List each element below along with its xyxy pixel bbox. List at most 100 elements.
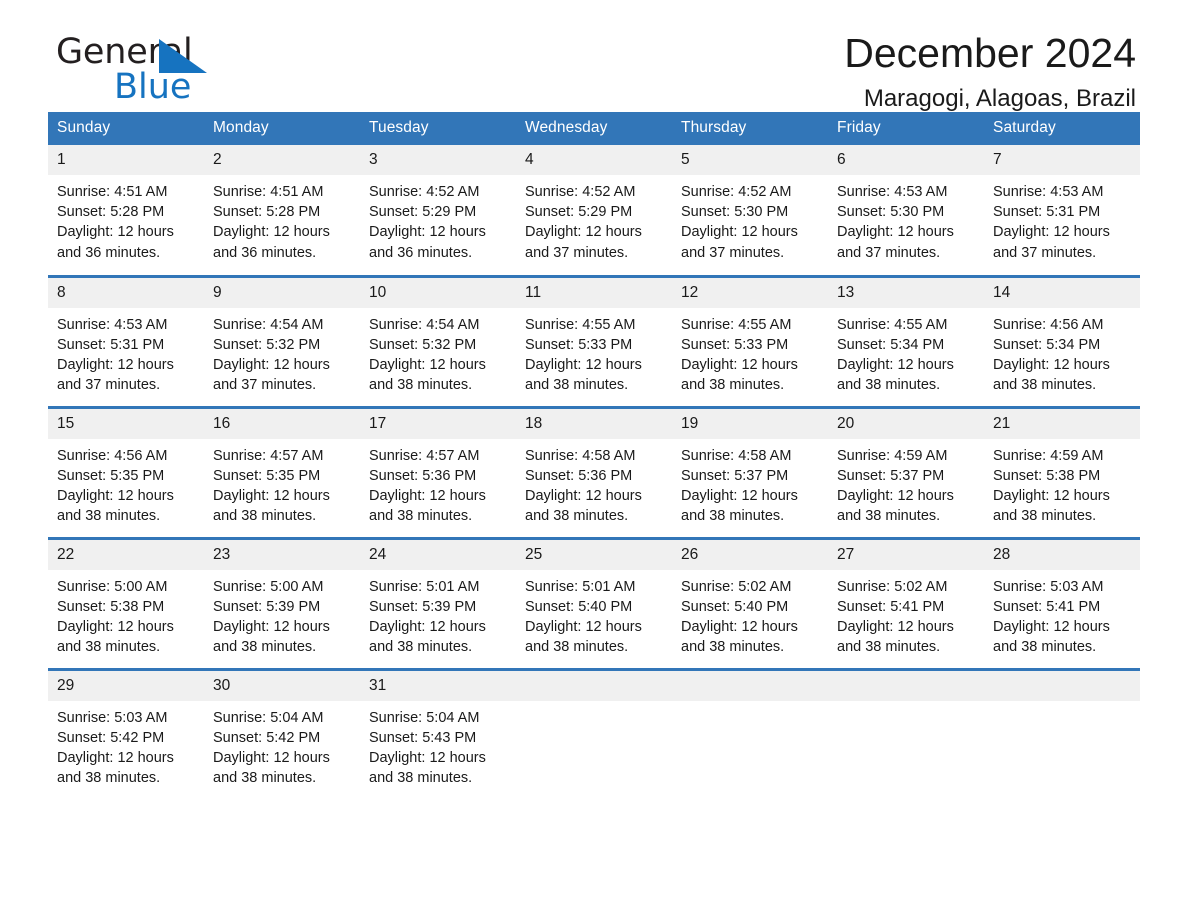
sunrise-text: Sunrise: 4:59 AM <box>993 447 1104 464</box>
day-number: 17 <box>360 408 516 439</box>
calendar-day-cell[interactable]: 7 Sunrise: 4:53 AM Sunset: 5:31 PM Daylight… <box>984 145 1140 276</box>
daylight-text: Daylight: 12 hours and 38 minutes. <box>369 618 486 656</box>
calendar-day-cell[interactable]: 31 Sunrise: 5:04 AM Sunset: 5:43 PM Dayligh… <box>360 667 516 800</box>
calendar-day-cell[interactable]: 30 Sunrise: 5:04 AM Sunset: 5:42 PM Dayligh… <box>204 667 360 800</box>
calendar-day-cell[interactable]: 10 Sunrise: 4:54 AM Sunset: 5:32 PM Dayligh… <box>360 274 516 407</box>
page-header: General Blue December 2024 Maragogi, Ala… <box>48 0 1140 112</box>
calendar-day-cell[interactable]: 26 Sunrise: 5:02 AM Sunset: 5:40 PM Dayligh… <box>672 536 828 669</box>
day-number: 24 <box>360 539 516 570</box>
sunrise-text: Sunrise: 4:55 AM <box>525 316 636 333</box>
calendar-day-cell[interactable]: 24 Sunrise: 5:01 AM Sunset: 5:39 PM Dayligh… <box>360 536 516 669</box>
sunrise-text: Sunrise: 4:56 AM <box>57 447 168 464</box>
day-details: Sunrise: 4:59 AM Sunset: 5:37 PM Daylight:… <box>828 439 984 527</box>
calendar-day-cell[interactable]: 13 Sunrise: 4:55 AM Sunset: 5:34 PM Dayligh… <box>828 274 984 407</box>
day-details: Sunrise: 5:01 AM Sunset: 5:39 PM Daylight:… <box>360 570 516 658</box>
day-details: Sunrise: 4:57 AM Sunset: 5:35 PM Daylight:… <box>204 439 360 527</box>
calendar-day-cell[interactable]: 28 Sunrise: 5:03 AM Sunset: 5:41 PM Dayligh… <box>984 536 1140 669</box>
sunset-text: Sunset: 5:35 PM <box>57 467 165 484</box>
sunset-text: Sunset: 5:38 PM <box>57 598 165 615</box>
weekday-header-monday: Monday <box>204 112 360 145</box>
sunrise-text: Sunrise: 4:53 AM <box>837 184 948 200</box>
sunset-text: Sunset: 5:42 PM <box>57 729 165 746</box>
daylight-text: Daylight: 12 hours and 38 minutes. <box>57 749 174 787</box>
sunset-text: Sunset: 5:29 PM <box>525 204 633 221</box>
sunrise-text: Sunrise: 4:57 AM <box>213 447 324 464</box>
calendar-day-cell[interactable]: 18 Sunrise: 4:58 AM Sunset: 5:36 PM Dayligh… <box>516 405 672 538</box>
sunset-text: Sunset: 5:41 PM <box>993 598 1101 615</box>
sunset-text: Sunset: 5:32 PM <box>213 336 321 353</box>
daylight-text: Daylight: 12 hours and 37 minutes. <box>681 224 798 261</box>
day-number: 1 <box>48 145 204 175</box>
sunrise-text: Sunrise: 4:53 AM <box>993 184 1104 200</box>
sunrise-text: Sunrise: 4:57 AM <box>369 447 480 464</box>
daylight-text: Daylight: 12 hours and 36 minutes. <box>369 224 486 261</box>
calendar-day-cell[interactable]: 3 Sunrise: 4:52 AM Sunset: 5:29 PM Daylight… <box>360 145 516 276</box>
sunset-text: Sunset: 5:37 PM <box>837 467 945 484</box>
calendar-day-cell[interactable]: 20 Sunrise: 4:59 AM Sunset: 5:37 PM Dayligh… <box>828 405 984 538</box>
calendar-day-cell[interactable]: 17 Sunrise: 4:57 AM Sunset: 5:36 PM Dayligh… <box>360 405 516 538</box>
daylight-text: Daylight: 12 hours and 38 minutes. <box>369 749 486 787</box>
day-number: 9 <box>204 277 360 308</box>
calendar-day-cell[interactable]: 9 Sunrise: 4:54 AM Sunset: 5:32 PM Daylight… <box>204 274 360 407</box>
calendar-day-cell[interactable]: 19 Sunrise: 4:58 AM Sunset: 5:37 PM Dayligh… <box>672 405 828 538</box>
calendar-day-cell[interactable]: 2 Sunrise: 4:51 AM Sunset: 5:28 PM Daylight… <box>204 145 360 276</box>
daylight-text: Daylight: 12 hours and 37 minutes. <box>837 224 954 261</box>
sunset-text: Sunset: 5:36 PM <box>525 467 633 484</box>
day-details: Sunrise: 4:52 AM Sunset: 5:30 PM Daylight:… <box>672 175 828 263</box>
calendar-day-cell[interactable]: 14 Sunrise: 4:56 AM Sunset: 5:34 PM Dayligh… <box>984 274 1140 407</box>
sunset-text: Sunset: 5:31 PM <box>57 336 165 353</box>
calendar-day-cell[interactable]: 22 Sunrise: 5:00 AM Sunset: 5:38 PM Dayligh… <box>48 536 204 669</box>
day-details: Sunrise: 4:53 AM Sunset: 5:30 PM Daylight:… <box>828 175 984 263</box>
calendar-day-cell[interactable]: 25 Sunrise: 5:01 AM Sunset: 5:40 PM Dayligh… <box>516 536 672 669</box>
calendar-day-cell[interactable]: 27 Sunrise: 5:02 AM Sunset: 5:41 PM Dayligh… <box>828 536 984 669</box>
day-number: 16 <box>204 408 360 439</box>
calendar-week-row: 1 Sunrise: 4:51 AM Sunset: 5:28 PM Daylight… <box>48 145 1140 276</box>
sunset-text: Sunset: 5:29 PM <box>369 204 477 221</box>
day-number: 20 <box>828 408 984 439</box>
day-number: 23 <box>204 539 360 570</box>
generalblue-logo[interactable]: General Blue <box>56 34 276 114</box>
calendar-day-cell-empty <box>984 667 1140 800</box>
calendar-day-cell[interactable]: 1 Sunrise: 4:51 AM Sunset: 5:28 PM Daylight… <box>48 145 204 276</box>
day-number: 21 <box>984 408 1140 439</box>
daylight-text: Daylight: 12 hours and 38 minutes. <box>837 356 954 394</box>
calendar-day-cell[interactable]: 23 Sunrise: 5:00 AM Sunset: 5:39 PM Dayligh… <box>204 536 360 669</box>
calendar-day-cell[interactable]: 6 Sunrise: 4:53 AM Sunset: 5:30 PM Daylight… <box>828 145 984 276</box>
calendar-week-row: 29 Sunrise: 5:03 AM Sunset: 5:42 PM Dayligh… <box>48 667 1140 800</box>
sunrise-text: Sunrise: 4:54 AM <box>213 316 324 333</box>
weekday-header-tuesday: Tuesday <box>360 112 516 145</box>
sunset-text: Sunset: 5:31 PM <box>993 204 1101 221</box>
day-number: 28 <box>984 539 1140 570</box>
day-number: 22 <box>48 539 204 570</box>
triangle-flag-icon <box>159 39 207 75</box>
sunset-text: Sunset: 5:30 PM <box>837 204 945 221</box>
calendar-day-cell-empty <box>828 667 984 800</box>
day-number: 6 <box>828 145 984 175</box>
day-details: Sunrise: 4:56 AM Sunset: 5:34 PM Daylight:… <box>984 308 1140 396</box>
day-details: Sunrise: 5:00 AM Sunset: 5:39 PM Daylight:… <box>204 570 360 658</box>
calendar-day-cell[interactable]: 11 Sunrise: 4:55 AM Sunset: 5:33 PM Dayligh… <box>516 274 672 407</box>
daylight-text: Daylight: 12 hours and 38 minutes. <box>993 618 1110 656</box>
day-number <box>828 670 984 701</box>
weekday-header-thursday: Thursday <box>672 112 828 145</box>
calendar-day-cell[interactable]: 4 Sunrise: 4:52 AM Sunset: 5:29 PM Daylight… <box>516 145 672 276</box>
day-details: Sunrise: 4:52 AM Sunset: 5:29 PM Daylight:… <box>360 175 516 263</box>
day-details: Sunrise: 4:53 AM Sunset: 5:31 PM Daylight:… <box>984 175 1140 263</box>
weekday-header-wednesday: Wednesday <box>516 112 672 145</box>
calendar-day-cell[interactable]: 5 Sunrise: 4:52 AM Sunset: 5:30 PM Daylight… <box>672 145 828 276</box>
calendar-day-cell[interactable]: 8 Sunrise: 4:53 AM Sunset: 5:31 PM Daylight… <box>48 274 204 407</box>
day-number: 2 <box>204 145 360 175</box>
calendar-day-cell[interactable]: 16 Sunrise: 4:57 AM Sunset: 5:35 PM Dayligh… <box>204 405 360 538</box>
daylight-text: Daylight: 12 hours and 38 minutes. <box>681 618 798 656</box>
sunrise-text: Sunrise: 4:59 AM <box>837 447 948 464</box>
brand-name-blue: Blue <box>114 67 192 107</box>
day-details: Sunrise: 4:51 AM Sunset: 5:28 PM Daylight:… <box>204 175 360 263</box>
calendar-day-cell[interactable]: 29 Sunrise: 5:03 AM Sunset: 5:42 PM Dayligh… <box>48 667 204 800</box>
calendar-day-cell[interactable]: 15 Sunrise: 4:56 AM Sunset: 5:35 PM Dayligh… <box>48 405 204 538</box>
day-number: 15 <box>48 408 204 439</box>
sunrise-text: Sunrise: 4:58 AM <box>525 447 636 464</box>
day-details: Sunrise: 4:58 AM Sunset: 5:37 PM Daylight:… <box>672 439 828 527</box>
calendar-day-cell[interactable]: 12 Sunrise: 4:55 AM Sunset: 5:33 PM Dayligh… <box>672 274 828 407</box>
sunrise-text: Sunrise: 4:55 AM <box>837 316 948 333</box>
calendar-day-cell[interactable]: 21 Sunrise: 4:59 AM Sunset: 5:38 PM Dayligh… <box>984 405 1140 538</box>
